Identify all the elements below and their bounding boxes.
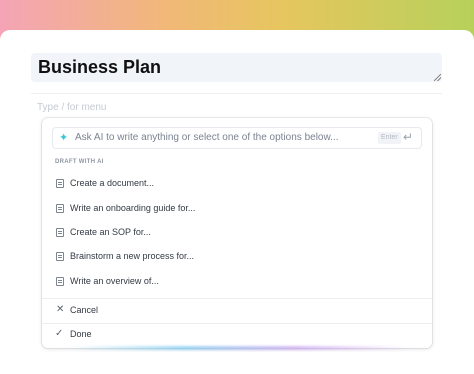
document-icon bbox=[56, 228, 64, 237]
sparkle-icon: ✦ bbox=[59, 132, 69, 144]
document-icon bbox=[56, 277, 64, 286]
menu-item-create-document[interactable]: Create a document... bbox=[42, 173, 432, 195]
document-title-field[interactable]: Business Plan bbox=[31, 53, 442, 82]
menu-item-brainstorm-process[interactable]: Brainstorm a new process for... bbox=[42, 246, 432, 268]
menu-item-write-overview[interactable]: Write an overview of... bbox=[42, 271, 432, 293]
divider bbox=[42, 298, 432, 299]
divider bbox=[31, 93, 442, 94]
close-icon: ✕ bbox=[56, 304, 65, 315]
ai-menu-panel: ✦ Ask AI to write anything or select one… bbox=[42, 118, 432, 348]
document-title: Business Plan bbox=[38, 57, 162, 77]
menu-item-label: Write an onboarding guide for... bbox=[70, 203, 196, 213]
menu-item-label: Create a document... bbox=[70, 178, 155, 188]
document-icon bbox=[56, 179, 64, 188]
ai-prompt-input[interactable]: ✦ Ask AI to write anything or select one… bbox=[52, 127, 422, 149]
resize-handle-icon[interactable] bbox=[434, 74, 441, 81]
document-icon bbox=[56, 252, 64, 261]
ai-prompt-placeholder: Ask AI to write anything or select one o… bbox=[75, 132, 339, 143]
menu-item-onboarding-guide[interactable]: Write an onboarding guide for... bbox=[42, 198, 432, 220]
document-icon bbox=[56, 204, 64, 213]
cancel-label: Cancel bbox=[70, 305, 99, 315]
enter-arrow-icon[interactable]: ↵ bbox=[403, 130, 413, 144]
menu-item-label: Create an SOP for... bbox=[70, 227, 151, 237]
cancel-button[interactable]: ✕ Cancel bbox=[42, 300, 432, 322]
menu-item-label: Brainstorm a new process for... bbox=[70, 251, 195, 261]
menu-item-label: Write an overview of... bbox=[70, 276, 159, 286]
ai-menu-glow bbox=[70, 346, 410, 350]
done-button[interactable]: ✓ Done bbox=[42, 324, 432, 346]
slash-menu-hint[interactable]: Type / for menu bbox=[37, 102, 106, 113]
done-label: Done bbox=[70, 329, 92, 339]
enter-key-badge: Enter bbox=[378, 132, 401, 144]
check-icon: ✓ bbox=[55, 328, 64, 339]
menu-item-create-sop[interactable]: Create an SOP for... bbox=[42, 222, 432, 244]
section-label-draft-with-ai: DRAFT WITH AI bbox=[55, 159, 104, 165]
